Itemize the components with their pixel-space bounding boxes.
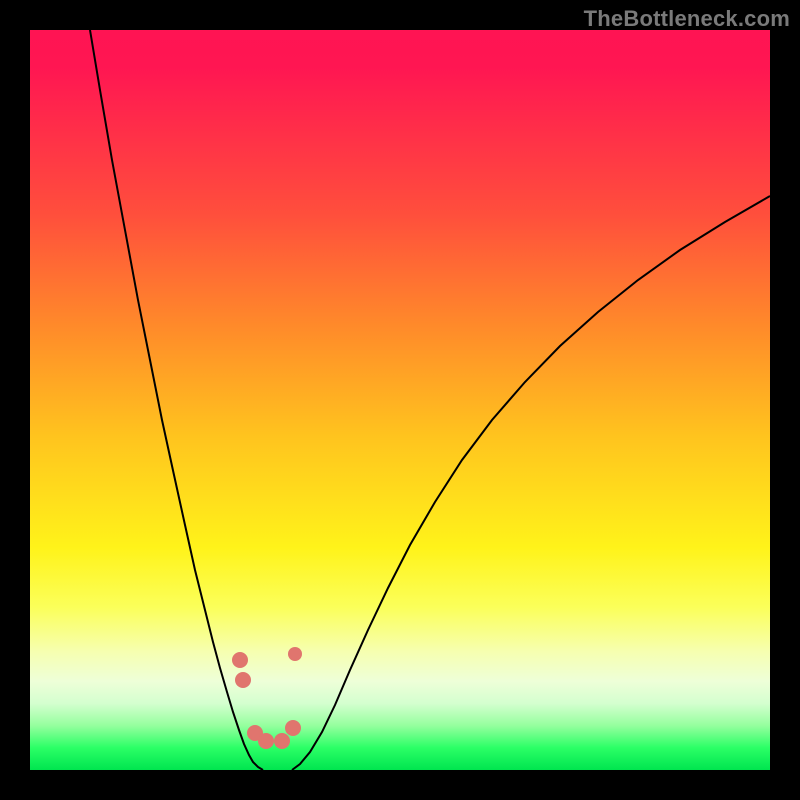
plot-area	[30, 30, 770, 770]
data-marker	[285, 720, 301, 736]
data-marker	[274, 733, 290, 749]
chart-frame: TheBottleneck.com	[0, 0, 800, 800]
curve-layer	[30, 30, 770, 770]
watermark-text: TheBottleneck.com	[584, 6, 790, 32]
data-marker	[258, 733, 274, 749]
marker-group	[232, 647, 302, 749]
data-marker	[288, 647, 302, 661]
data-marker	[235, 672, 251, 688]
right-curve	[292, 196, 770, 770]
data-marker	[232, 652, 248, 668]
